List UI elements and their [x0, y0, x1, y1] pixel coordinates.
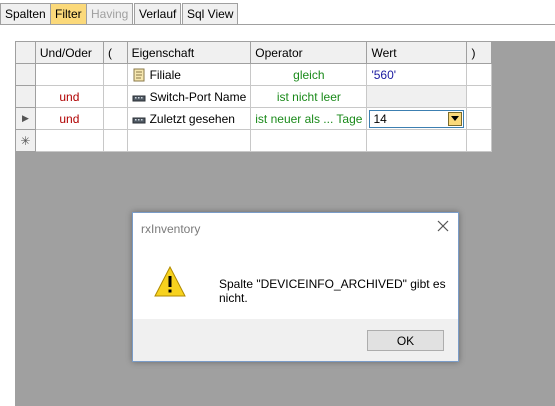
- new-row-header[interactable]: ✳: [15, 129, 36, 152]
- ok-button[interactable]: OK: [367, 330, 444, 351]
- network-device-icon: [132, 95, 146, 101]
- column-header-open-paren[interactable]: (: [102, 41, 128, 64]
- cell-open-paren[interactable]: [102, 107, 128, 130]
- cell-logic[interactable]: und: [34, 107, 104, 130]
- cell-property[interactable]: [126, 129, 252, 152]
- table-row[interactable]: und Switch-Port Name ist nicht leer: [15, 85, 492, 108]
- tab-spalten[interactable]: Spalten: [0, 3, 51, 24]
- cell-operator[interactable]: [250, 129, 368, 152]
- column-header-eigenschaft[interactable]: Eigenschaft: [126, 41, 252, 64]
- dialog-message: Spalte "DEVICEINFO_ARCHIVED" gibt es nic…: [219, 277, 446, 305]
- row-header[interactable]: [15, 63, 36, 86]
- column-header-operator[interactable]: Operator: [250, 41, 368, 64]
- column-header-und-oder[interactable]: Und/Oder: [34, 41, 104, 64]
- combobox-value: 14: [373, 111, 387, 126]
- cell-open-paren[interactable]: [102, 63, 128, 86]
- tab-filter[interactable]: Filter: [50, 3, 87, 24]
- tab-bar: Spalten Filter Having Verlauf Sql View: [0, 0, 555, 25]
- cell-open-paren[interactable]: [102, 85, 128, 108]
- cell-close-paren[interactable]: [466, 129, 492, 152]
- close-icon[interactable]: [436, 219, 450, 233]
- cell-operator[interactable]: ist neuer als ... Tage: [250, 107, 368, 130]
- property-label: Switch-Port Name: [149, 89, 247, 104]
- chevron-down-icon[interactable]: [448, 111, 463, 126]
- row-header[interactable]: [15, 85, 36, 108]
- error-dialog: rxInventory Spalte "DEVICEINFO_ARCHIVED"…: [132, 212, 459, 362]
- table-row[interactable]: Filiale gleich '560': [15, 63, 492, 86]
- cell-operator[interactable]: ist nicht leer: [250, 85, 368, 108]
- cell-logic[interactable]: [34, 129, 104, 152]
- tab-verlauf[interactable]: Verlauf: [134, 3, 182, 24]
- cell-open-paren[interactable]: [102, 129, 128, 152]
- grid-corner: [15, 41, 36, 64]
- cell-property[interactable]: Switch-Port Name: [126, 85, 252, 108]
- warning-icon: [154, 265, 186, 297]
- cell-value[interactable]: [366, 85, 468, 108]
- property-label: Zuletzt gesehen: [149, 111, 235, 126]
- cell-property[interactable]: Zuletzt gesehen: [126, 107, 252, 130]
- cell-operator[interactable]: gleich: [250, 63, 368, 86]
- cell-close-paren[interactable]: [466, 85, 492, 108]
- table-row[interactable]: ▶ und Zuletzt gesehen ist neuer als ... …: [15, 107, 492, 130]
- filter-grid: Und/Oder ( Eigenschaft Operator Wert ) F…: [15, 41, 492, 152]
- cell-value[interactable]: 14: [366, 107, 468, 130]
- property-label: Filiale: [149, 67, 181, 82]
- row-header-current[interactable]: ▶: [15, 107, 36, 130]
- dialog-title: rxInventory: [141, 222, 201, 236]
- cell-logic[interactable]: und: [34, 85, 104, 108]
- cell-close-paren[interactable]: [466, 63, 492, 86]
- cell-value[interactable]: '560': [366, 63, 468, 86]
- document-icon: [133, 68, 145, 81]
- column-header-close-paren[interactable]: ): [466, 41, 492, 64]
- cell-property[interactable]: Filiale: [126, 63, 252, 86]
- cell-logic[interactable]: [34, 63, 104, 86]
- cell-close-paren[interactable]: [466, 107, 492, 130]
- value-combobox[interactable]: 14: [369, 109, 465, 128]
- grid-header-row: Und/Oder ( Eigenschaft Operator Wert ): [15, 41, 492, 64]
- column-header-wert[interactable]: Wert: [366, 41, 468, 64]
- cell-value[interactable]: [366, 129, 468, 152]
- network-device-icon: [132, 117, 146, 123]
- dialog-footer: OK: [133, 319, 458, 361]
- tab-having: Having: [86, 3, 134, 24]
- table-row-new[interactable]: ✳: [15, 129, 492, 152]
- tab-sql-view[interactable]: Sql View: [182, 3, 239, 24]
